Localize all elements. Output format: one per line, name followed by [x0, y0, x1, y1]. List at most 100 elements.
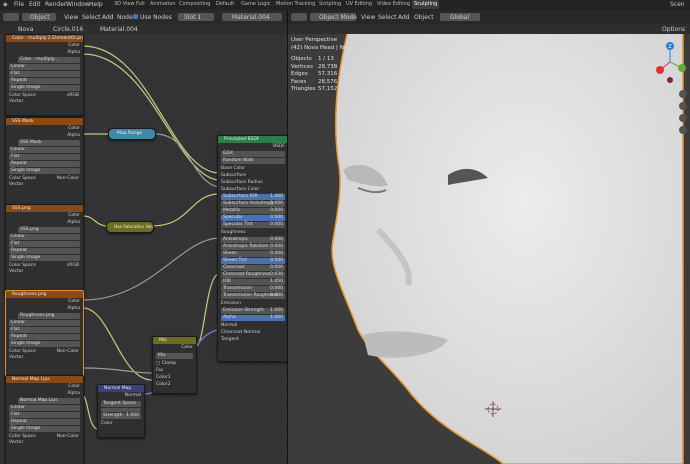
tab-game-logic[interactable]: Game Logic [241, 1, 271, 7]
bsdf-input-metallic[interactable]: Metallic 0.000 [221, 208, 285, 214]
bsdf-input-clearcoat[interactable]: Clearcoat 0.000 [221, 265, 285, 271]
tab-3d-view-full[interactable]: 3D View Full [114, 1, 145, 7]
distribution-dropdown[interactable]: GGX [221, 151, 285, 157]
interpolation-dropdown[interactable]: Linear [9, 64, 80, 70]
3d-viewport[interactable]: Object Mode View Select Add Object Globa… [288, 10, 690, 464]
navigation-gizmo[interactable]: Z [650, 40, 690, 86]
bsdf-input-specular[interactable]: Specular 0.500 [221, 215, 285, 221]
source-dropdown[interactable]: Single Image [9, 255, 80, 261]
source-dropdown[interactable]: Single Image [9, 168, 80, 174]
tab-sculpting[interactable]: Sculpting [412, 0, 440, 9]
uv-map-field[interactable] [101, 408, 141, 412]
menu-select[interactable]: Select [378, 14, 397, 21]
image-texture-node-color[interactable]: Color - multiply 2 ElementOr.png Color A… [5, 34, 84, 116]
bsdf-input-clearcoat-roughness[interactable]: Clearcoat Roughness 0.030 [221, 272, 285, 278]
bsdf-input-subsurface-ior[interactable]: Subsurface IOR 1.400 [221, 194, 285, 200]
menu-help[interactable]: Help [89, 1, 103, 8]
projection-dropdown[interactable]: Flat [9, 154, 80, 160]
tab-uv-editing[interactable]: UV Editing [346, 1, 372, 7]
blender-logo-icon[interactable]: ◈ [3, 1, 8, 8]
image-selector[interactable]: SSS.png [18, 227, 80, 233]
interpolation-dropdown[interactable]: Linear [9, 147, 80, 153]
space-dropdown[interactable]: Tangent Space [101, 401, 141, 407]
clamp-row[interactable]: ▢ Clamp [153, 360, 196, 367]
interpolation-dropdown[interactable]: Linear [9, 405, 80, 411]
menu-edit[interactable]: Edit [29, 1, 41, 8]
extension-dropdown[interactable]: Repeat [9, 334, 80, 340]
zoom-icon[interactable] [679, 90, 687, 98]
bsdf-input-alpha[interactable]: Alpha 1.000 [221, 315, 285, 321]
extension-dropdown[interactable]: Repeat [9, 419, 80, 425]
camera-icon[interactable] [679, 114, 687, 122]
options-dropdown[interactable]: Options [662, 26, 685, 33]
image-selector[interactable]: Color - multiply... [18, 57, 80, 63]
bsdf-input-specular-tint[interactable]: Specular Tint 0.000 [221, 222, 285, 228]
projection-dropdown[interactable]: Flat [9, 327, 80, 333]
tab-motion-tracking[interactable]: Motion Tracking [276, 1, 315, 7]
bsdf-input-ior[interactable]: IOR 1.450 [221, 279, 285, 285]
image-selector[interactable]: Normal Map Lips [18, 398, 80, 404]
source-dropdown[interactable]: Single Image [9, 341, 80, 347]
bsdf-input-subsurface[interactable]: Subsurface [218, 172, 288, 179]
mix-rgb-node[interactable]: Mix Color Mix ▢ Clamp Fac Color1 Color2 [152, 336, 197, 394]
bsdf-input-roughness[interactable]: Roughness [218, 229, 288, 236]
menu-add[interactable]: Add [398, 14, 410, 21]
image-texture-node-sss-png[interactable]: SSS.png Color Alpha SSS.png Linear Flat … [5, 204, 84, 294]
image-selector[interactable]: SSS Mask [18, 140, 80, 146]
colorspace-row[interactable]: Color Space Non-Color [6, 348, 83, 355]
editor-type-button[interactable] [291, 13, 307, 21]
blend-mode-dropdown[interactable]: Mix [156, 353, 193, 359]
gizmo-x-axis[interactable] [656, 66, 664, 74]
grid-icon[interactable] [679, 126, 687, 134]
colorspace-row[interactable]: Color Space sRGB [6, 92, 83, 99]
tab-default[interactable]: Default [216, 1, 234, 7]
principled-bsdf-node[interactable]: Principled BSDF BSDF GGX Random Walk Bas… [217, 135, 288, 362]
shader-node-editor[interactable]: Object View Select Add Node Use Nodes Sl… [0, 10, 288, 464]
interpolation-dropdown[interactable]: Linear [9, 320, 80, 326]
bsdf-input-emission[interactable]: Emission [218, 300, 288, 307]
image-texture-node-roughness[interactable]: Roughness.png Color Alpha Roughness.png … [5, 290, 84, 380]
projection-dropdown[interactable]: Flat [9, 241, 80, 247]
projection-dropdown[interactable]: Flat [9, 412, 80, 418]
bsdf-input-anisotropic-rotation[interactable]: Anisotropic Rotation 0.000 [221, 244, 285, 250]
projection-dropdown[interactable]: Flat [9, 71, 80, 77]
bsdf-input-transmission[interactable]: Transmission 0.000 [221, 286, 285, 292]
menu-file[interactable]: File [14, 1, 24, 8]
colorspace-row[interactable]: Color Space sRGB [6, 262, 83, 269]
source-dropdown[interactable]: Single Image [9, 426, 80, 432]
gizmo-y-axis[interactable] [678, 64, 686, 72]
colorspace-row[interactable]: Color Space Non-Color [6, 175, 83, 182]
extension-dropdown[interactable]: Repeat [9, 161, 80, 167]
bsdf-input-tangent[interactable]: Tangent [218, 336, 288, 343]
menu-object[interactable]: Object [414, 14, 434, 21]
image-texture-node-normal-lips[interactable]: Normal Map Lips Color Alpha Normal Map L… [5, 375, 84, 464]
tab-compositing[interactable]: Compositing [179, 1, 210, 7]
menu-view[interactable]: View [361, 14, 375, 21]
image-texture-node-sss-mask[interactable]: SSS Mask Color Alpha SSS Mask Linear Fla… [5, 117, 84, 207]
bsdf-input-normal[interactable]: Normal [218, 322, 288, 329]
colorspace-row[interactable]: Color Space Non-Color [6, 433, 83, 440]
hue-saturation-node[interactable]: Hue Saturation Value [106, 221, 154, 233]
extension-dropdown[interactable]: Repeat [9, 248, 80, 254]
bsdf-input-emission-strength[interactable]: Emission Strength 1.000 [221, 308, 285, 314]
tab-animation[interactable]: Animation [150, 1, 176, 7]
normal-map-node[interactable]: Normal Map Normal Tangent Space Strength… [97, 384, 145, 438]
pan-icon[interactable] [679, 102, 687, 110]
menu-render[interactable]: Render [45, 1, 66, 8]
bsdf-input-anisotropic[interactable]: Anisotropic 0.000 [221, 237, 285, 243]
tab-scripting[interactable]: Scripting [319, 1, 341, 7]
bsdf-input-subsurface-radius[interactable]: Subsurface Radius [218, 179, 288, 186]
interpolation-dropdown[interactable]: Linear [9, 234, 80, 240]
bsdf-input-subsurface-anisotropy[interactable]: Subsurface Anisotropy 0.000 [221, 201, 285, 207]
tab-video-editing[interactable]: Video Editing [377, 1, 410, 7]
strength-field[interactable]: Strength 1.000 [101, 413, 141, 419]
extension-dropdown[interactable]: Repeat [9, 78, 80, 84]
bsdf-input-subsurface-color[interactable]: Subsurface Color [218, 186, 288, 193]
bsdf-input-base-color[interactable]: Base Color [218, 165, 288, 172]
gizmo-neg-axis[interactable] [667, 77, 673, 83]
map-range-node[interactable]: Map Range [108, 128, 156, 140]
image-selector[interactable]: Roughness.png [18, 313, 80, 319]
menu-window[interactable]: Window [66, 1, 90, 8]
bsdf-input-sheen[interactable]: Sheen 0.000 [221, 251, 285, 257]
scene-selector[interactable]: Scen [670, 1, 685, 8]
